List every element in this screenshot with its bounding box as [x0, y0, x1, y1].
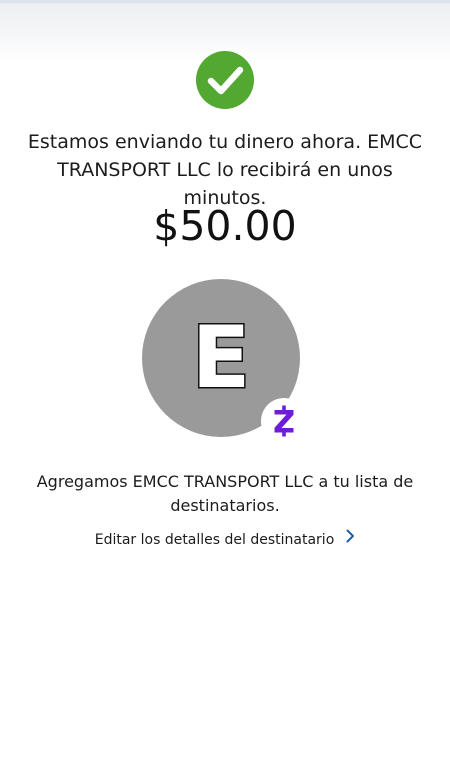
recipient-added-message: Agregamos EMCC TRANSPORT LLC a tu lista …	[36, 472, 414, 515]
confirmation-screen: Estamos enviando tu dinero ahora. EMCC T…	[0, 0, 450, 759]
checkmark-icon	[207, 66, 244, 95]
zelle-badge	[261, 398, 307, 444]
edit-recipient-details-link[interactable]: Editar los detalles del destinatario	[0, 529, 450, 551]
chevron-right-icon	[346, 528, 355, 550]
top-divider	[0, 0, 450, 3]
edit-recipient-details-label: Editar los detalles del destinatario	[94, 532, 335, 548]
transfer-amount: $50.00	[153, 202, 297, 250]
zelle-icon	[274, 405, 294, 437]
checkmark-circle-icon	[196, 51, 254, 109]
